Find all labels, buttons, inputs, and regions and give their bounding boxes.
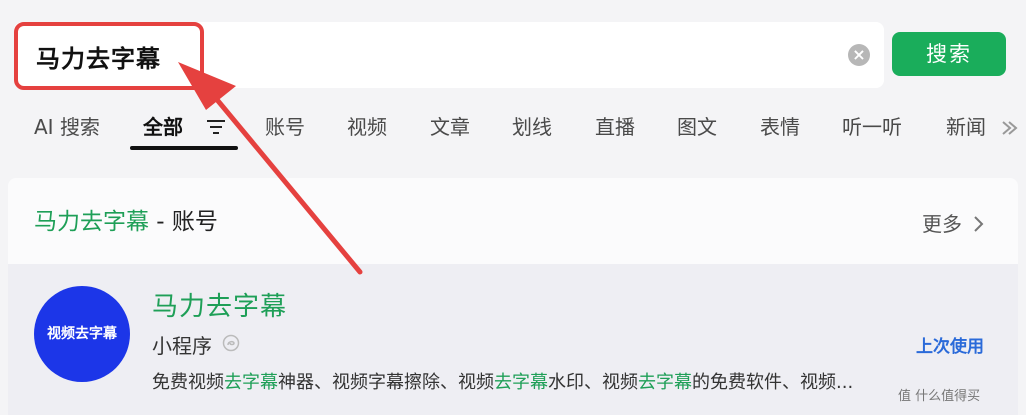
tab-listen[interactable]: 听一听 bbox=[842, 104, 902, 150]
tab-stickers[interactable]: 表情 bbox=[760, 104, 800, 150]
section-title: 马力去字幕 - 账号 bbox=[34, 202, 218, 236]
result-item[interactable]: 视频去字幕 马力去字幕 小程序 上次使用 免费视频去字幕神器、视频字幕擦除、视频… bbox=[8, 264, 1018, 415]
tab-all[interactable]: 全部 bbox=[143, 104, 183, 150]
desc-part: 免费视频 bbox=[152, 372, 224, 393]
tab-accounts[interactable]: 账号 bbox=[265, 104, 305, 150]
top-strip bbox=[0, 0, 1026, 22]
account-results-card: 马力去字幕 - 账号 更多 视频去字幕 马力去字幕 小程序 上次使用 免费视频去… bbox=[8, 178, 1018, 415]
watermark: 值 什么值得买 bbox=[898, 389, 981, 404]
tab-live[interactable]: 直播 bbox=[595, 104, 635, 150]
desc-part: 神器、视频字幕擦除、视频 bbox=[278, 372, 494, 393]
tab-bar: AI 搜索 全部 账号 视频 文章 划线 直播 图文 表情 听一听 新闻 bbox=[0, 104, 1026, 152]
result-description: 免费视频去字幕神器、视频字幕擦除、视频去字幕水印、视频去字幕的免费软件、视频..… bbox=[152, 368, 992, 394]
filter-icon[interactable] bbox=[205, 116, 227, 138]
search-button[interactable]: 搜索 bbox=[892, 32, 1006, 76]
search-bar: 马力去字幕 × 搜索 bbox=[14, 22, 1026, 92]
tab-articles[interactable]: 文章 bbox=[430, 104, 470, 150]
recent-use-label: 上次使用 bbox=[916, 337, 984, 357]
desc-part: 水印、视频 bbox=[548, 372, 638, 393]
clear-icon[interactable]: × bbox=[848, 44, 870, 66]
more-link[interactable]: 更多 bbox=[922, 208, 986, 237]
desc-keyword: 去字幕 bbox=[224, 372, 278, 393]
tab-videos[interactable]: 视频 bbox=[347, 104, 387, 150]
result-title[interactable]: 马力去字幕 bbox=[152, 286, 287, 323]
chevron-right-icon bbox=[974, 216, 984, 232]
tab-news[interactable]: 新闻 bbox=[946, 104, 996, 150]
tab-highlights[interactable]: 划线 bbox=[512, 104, 552, 150]
active-tab-indicator bbox=[130, 146, 238, 150]
desc-part: 的免费软件、视频... bbox=[692, 372, 854, 393]
more-label: 更多 bbox=[922, 212, 962, 236]
mini-program-icon bbox=[222, 334, 240, 352]
section-title-keyword: 马力去字幕 bbox=[34, 209, 149, 235]
tab-image-text[interactable]: 图文 bbox=[677, 104, 717, 150]
highlight-frame bbox=[14, 22, 204, 90]
avatar[interactable]: 视频去字幕 bbox=[34, 286, 130, 382]
desc-keyword: 去字幕 bbox=[494, 372, 548, 393]
tab-overflow-icon[interactable] bbox=[998, 117, 1020, 139]
desc-keyword: 去字幕 bbox=[638, 372, 692, 393]
result-type-label: 小程序 bbox=[152, 334, 212, 358]
tab-ai-search[interactable]: AI 搜索 bbox=[34, 104, 100, 150]
section-title-suffix: - 账号 bbox=[149, 209, 218, 235]
